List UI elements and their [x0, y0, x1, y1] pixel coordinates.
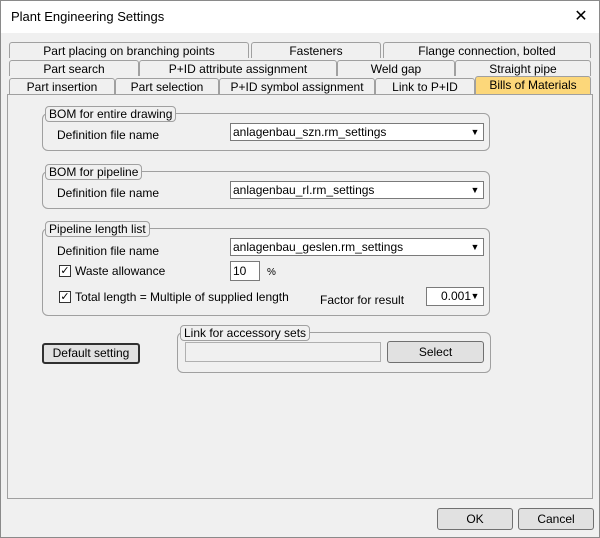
waste-allowance-unit: %: [267, 267, 276, 278]
tab-part-insertion[interactable]: Part insertion: [9, 78, 115, 94]
chevron-down-icon: ▼: [470, 291, 480, 301]
tab-weld-gap[interactable]: Weld gap: [337, 60, 455, 76]
close-icon[interactable]: ✕: [567, 4, 595, 30]
tab-part-placing-on-branching-points[interactable]: Part placing on branching points: [9, 42, 249, 58]
select-button[interactable]: Select: [387, 341, 484, 363]
tab-flange-connection-bolted[interactable]: Flange connection, bolted: [383, 42, 591, 58]
cancel-button[interactable]: Cancel: [518, 508, 594, 530]
title-bar: Plant Engineering Settings ✕: [1, 1, 599, 33]
factor-result-value: 0.001: [441, 289, 472, 303]
bom-drawing-file-label: Definition file name: [57, 128, 160, 142]
pipeline-length-file-value: anlagenbau_geslen.rm_settings: [233, 240, 404, 254]
pipeline-length-file-combo[interactable]: anlagenbau_geslen.rm_settings ▼: [230, 238, 484, 256]
tab-pid-symbol-assignment[interactable]: P+ID symbol assignment: [219, 78, 375, 94]
waste-allowance-input[interactable]: 10: [230, 261, 260, 281]
default-setting-button[interactable]: Default setting: [42, 343, 140, 364]
bom-drawing-file-combo[interactable]: anlagenbau_szn.rm_settings ▼: [230, 123, 484, 141]
bom-pipeline-file-value: anlagenbau_rl.rm_settings: [233, 183, 375, 197]
tab-link-to-pid[interactable]: Link to P+ID: [375, 78, 475, 94]
factor-result-label: Factor for result: [320, 293, 405, 307]
accessory-sets-legend: Link for accessory sets: [180, 325, 311, 341]
tab-part-search[interactable]: Part search: [9, 60, 139, 76]
dialog-window: Plant Engineering Settings ✕ Part placin…: [0, 0, 600, 538]
bom-entire-drawing-legend: BOM for entire drawing: [45, 106, 177, 122]
pipeline-length-file-label: Definition file name: [57, 244, 160, 258]
ok-button[interactable]: OK: [437, 508, 513, 530]
bom-pipeline-legend: BOM for pipeline: [45, 164, 143, 180]
chevron-down-icon: ▼: [470, 185, 480, 195]
total-length-label: Total length = Multiple of supplied leng…: [75, 290, 289, 304]
tab-straight-pipe[interactable]: Straight pipe: [455, 60, 591, 76]
tab-panel: BOM for entire drawing Definition file n…: [7, 94, 593, 499]
bom-pipeline-file-label: Definition file name: [57, 186, 160, 200]
pipeline-length-legend: Pipeline length list: [45, 221, 150, 237]
tab-pid-attribute-assignment[interactable]: P+ID attribute assignment: [139, 60, 337, 76]
bom-pipeline-file-combo[interactable]: anlagenbau_rl.rm_settings ▼: [230, 181, 484, 199]
tab-part-selection[interactable]: Part selection: [115, 78, 219, 94]
waste-allowance-label: Waste allowance: [75, 264, 166, 278]
factor-result-combo[interactable]: 0.001 ▼: [426, 287, 484, 306]
window-title: Plant Engineering Settings: [11, 9, 165, 24]
chevron-down-icon: ▼: [470, 127, 480, 137]
accessory-sets-path: [185, 342, 381, 362]
bom-drawing-file-value: anlagenbau_szn.rm_settings: [233, 125, 387, 139]
tab-fasteners[interactable]: Fasteners: [251, 42, 381, 58]
chevron-down-icon: ▼: [470, 242, 480, 252]
waste-allowance-checkbox[interactable]: ✓: [59, 265, 71, 277]
waste-allowance-value: 10: [233, 264, 247, 278]
tab-bills-of-materials[interactable]: Bills of Materials: [475, 76, 591, 94]
total-length-checkbox[interactable]: ✓: [59, 291, 71, 303]
